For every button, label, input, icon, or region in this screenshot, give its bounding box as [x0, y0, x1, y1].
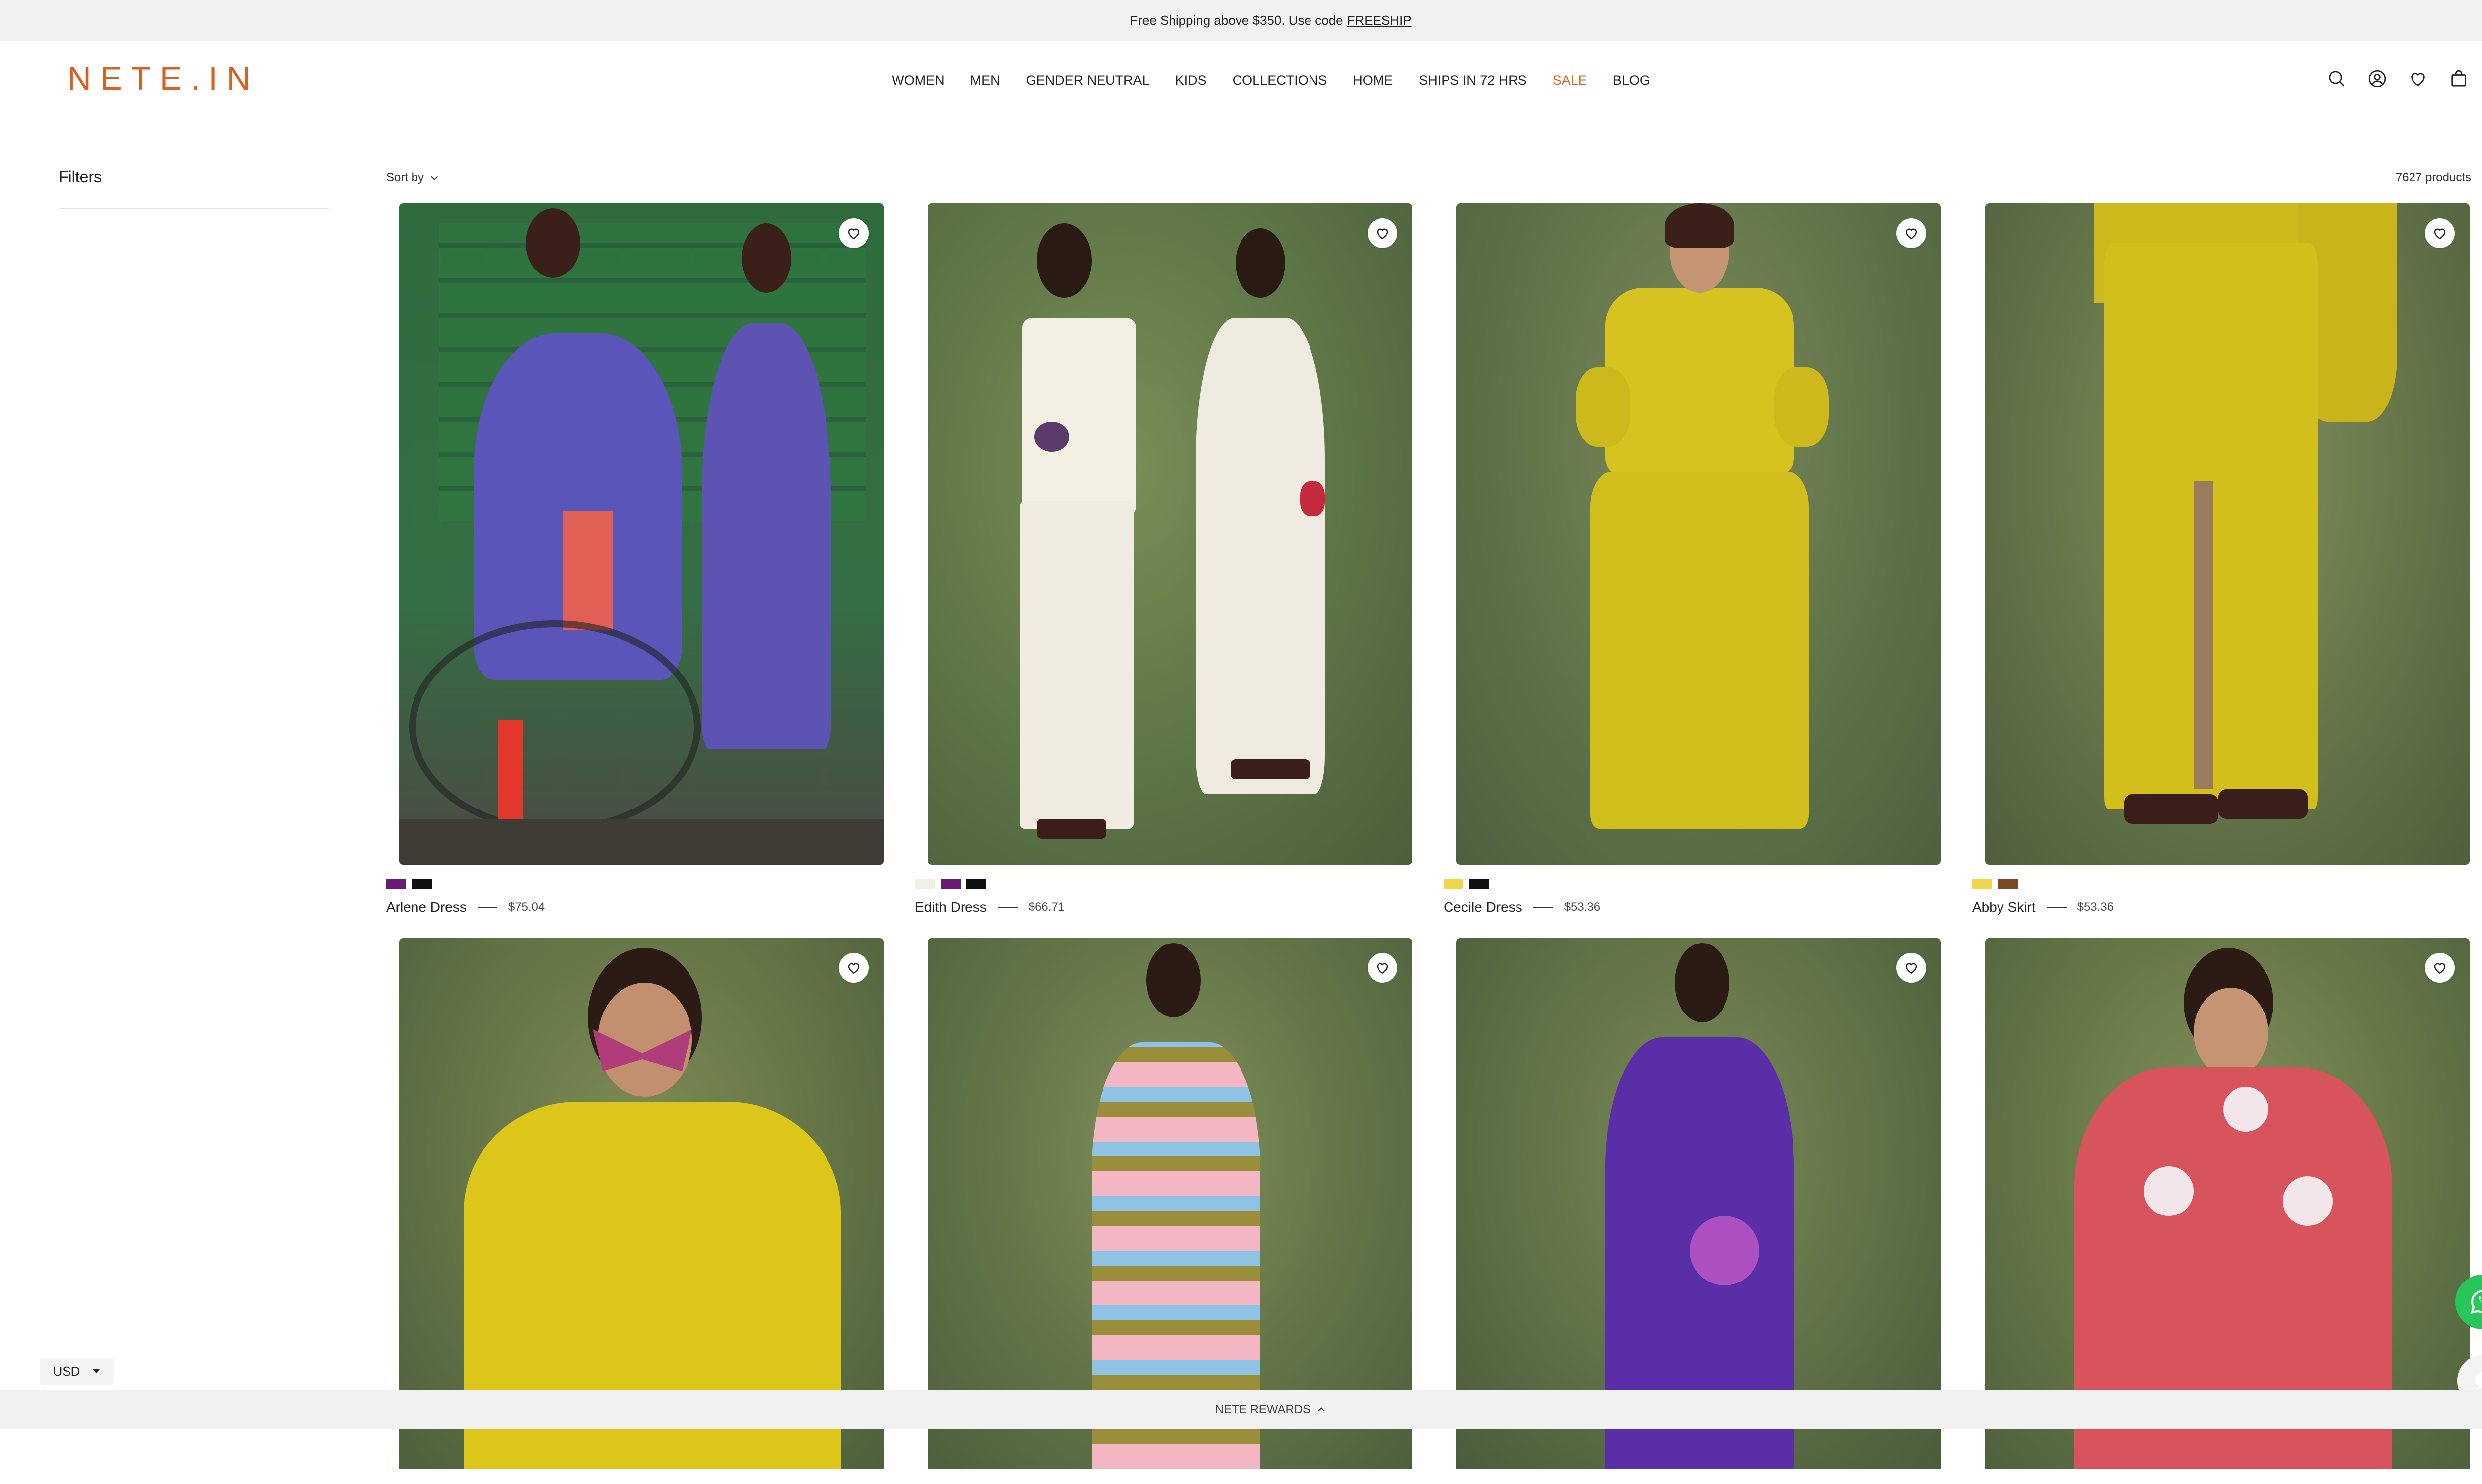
color-swatch[interactable]: [412, 879, 432, 889]
product-name[interactable]: Cecile Dress: [1444, 899, 1522, 915]
product-grid: Arlene Dress $75.04 Edith Dress $66.71 C…: [386, 203, 2470, 1484]
product-price: $75.04: [508, 900, 545, 914]
product-info: Arlene Dress $75.04: [386, 899, 884, 915]
heart-icon: [2434, 228, 2446, 240]
header-icons: [2326, 68, 2469, 89]
color-swatch[interactable]: [966, 879, 986, 889]
rewards-label: NETE REWARDS: [1215, 1403, 1311, 1416]
heart-icon: [1377, 228, 1388, 240]
product-card[interactable]: Arlene Dress $75.04: [386, 203, 884, 938]
nav-men[interactable]: MEN: [970, 73, 1000, 88]
rewards-bar[interactable]: NETE REWARDS: [0, 1390, 2482, 1429]
color-swatch[interactable]: [915, 879, 935, 889]
color-swatch[interactable]: [1972, 879, 1992, 889]
product-name[interactable]: Edith Dress: [915, 899, 987, 915]
chevron-down-icon: [430, 176, 438, 180]
color-swatch[interactable]: [941, 879, 961, 889]
nav-sale[interactable]: SALE: [1553, 73, 1587, 88]
heart-icon: [1377, 963, 1388, 974]
wishlist-button[interactable]: [839, 953, 869, 983]
product-card[interactable]: Edith Dress $66.71: [915, 203, 1412, 938]
product-image[interactable]: [1985, 203, 2470, 865]
nav-ships-in-72-hrs[interactable]: SHIPS IN 72 HRS: [1419, 73, 1527, 88]
product-image[interactable]: [1456, 203, 1941, 865]
color-swatch[interactable]: [1469, 879, 1489, 889]
caret-down-icon: [93, 1369, 100, 1373]
nav-gender-neutral[interactable]: GENDER NEUTRAL: [1026, 73, 1150, 88]
color-swatches: [915, 879, 1412, 889]
nav-kids[interactable]: KIDS: [1175, 73, 1207, 88]
color-swatch[interactable]: [386, 879, 406, 889]
wishlist-button[interactable]: [2425, 953, 2455, 983]
search-icon[interactable]: [2326, 68, 2347, 89]
separator: [2046, 907, 2067, 908]
main-nav: WOMEN MEN GENDER NEUTRAL KIDS COLLECTION…: [0, 41, 2482, 120]
announcement-text: Free Shipping above $350. Use code: [1130, 12, 1343, 28]
wishlist-button[interactable]: [2425, 218, 2455, 248]
bag-icon[interactable]: [2448, 68, 2469, 89]
color-swatches: [1972, 879, 2470, 889]
wishlist-button[interactable]: [1368, 953, 1397, 983]
product-info: Cecile Dress $53.36: [1444, 899, 1941, 915]
color-swatches: [1444, 879, 1941, 889]
sort-by-dropdown[interactable]: Sort by: [386, 171, 440, 185]
product-price: $53.36: [1564, 900, 1601, 914]
nav-women[interactable]: WOMEN: [892, 73, 944, 88]
currency-selector[interactable]: USD: [40, 1358, 114, 1385]
color-swatch[interactable]: [1998, 879, 2018, 889]
color-swatches: [386, 879, 884, 889]
heart-icon: [848, 963, 860, 974]
promo-code[interactable]: FREESHIP: [1347, 13, 1412, 28]
product-name[interactable]: Arlene Dress: [386, 899, 467, 915]
sort-by-label: Sort by: [386, 171, 424, 184]
heart-icon: [848, 228, 860, 240]
wishlist-button[interactable]: [1896, 218, 1926, 248]
product-image[interactable]: [928, 203, 1412, 865]
separator: [997, 907, 1018, 908]
product-info: Abby Skirt $53.36: [1972, 899, 2470, 915]
heart-icon: [1905, 228, 1917, 240]
site-header: NETE.IN WOMEN MEN GENDER NEUTRAL KIDS CO…: [0, 41, 2482, 120]
filters-divider: [59, 208, 329, 209]
wishlist-button[interactable]: [1896, 953, 1926, 983]
nav-home[interactable]: HOME: [1353, 73, 1393, 88]
wishlist-button[interactable]: [1368, 218, 1397, 248]
product-image[interactable]: [399, 203, 884, 865]
product-price: $53.36: [2077, 900, 2114, 914]
whatsapp-icon: [2470, 1290, 2482, 1314]
heart-icon: [1905, 963, 1917, 974]
nav-blog[interactable]: BLOG: [1613, 73, 1650, 88]
nav-collections[interactable]: COLLECTIONS: [1233, 73, 1327, 88]
product-info: Edith Dress $66.71: [915, 899, 1412, 915]
product-name[interactable]: Abby Skirt: [1972, 899, 2036, 915]
product-card[interactable]: Cecile Dress $53.36: [1444, 203, 1941, 938]
filters-title[interactable]: Filters: [59, 168, 102, 186]
announcement-bar: Free Shipping above $350. Use code FREES…: [0, 0, 2482, 41]
chevron-up-icon: [1318, 1407, 1325, 1412]
account-icon[interactable]: [2367, 68, 2388, 89]
product-count: 7627 products: [2395, 171, 2471, 184]
heart-icon[interactable]: [2408, 68, 2428, 89]
product-card[interactable]: Abby Skirt $53.36: [1972, 203, 2470, 938]
chat-bubble-icon: [2475, 1372, 2482, 1390]
separator: [477, 907, 497, 908]
separator: [1533, 907, 1553, 908]
product-price: $66.71: [1028, 900, 1065, 914]
wishlist-button[interactable]: [839, 218, 869, 248]
color-swatch[interactable]: [1444, 879, 1463, 889]
heart-icon: [2434, 963, 2446, 974]
currency-label: USD: [53, 1363, 80, 1379]
